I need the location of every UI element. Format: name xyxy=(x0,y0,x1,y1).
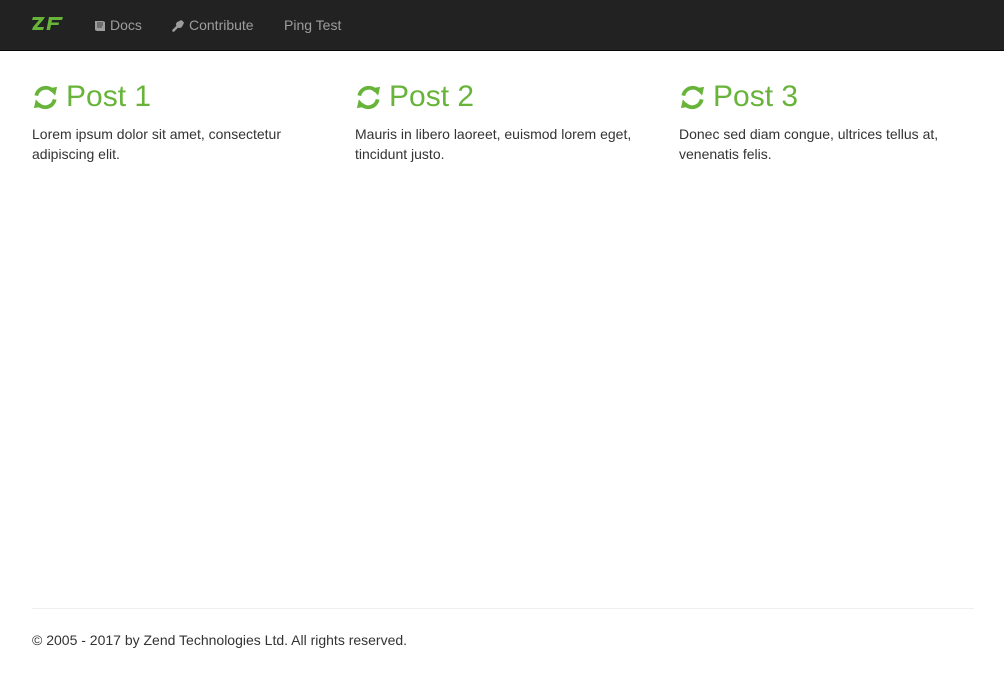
nav-link-docs[interactable]: Docs xyxy=(93,0,142,50)
wrench-icon xyxy=(172,19,184,32)
post-title: Post 2 xyxy=(355,80,655,114)
book-icon xyxy=(95,20,105,31)
nav-link-ping-test[interactable]: Ping Test xyxy=(284,0,341,50)
post-title-text: Post 2 xyxy=(389,80,475,113)
footer-copyright: © 2005 - 2017 by Zend Technologies Ltd. … xyxy=(32,632,408,648)
post-title-text: Post 1 xyxy=(66,80,152,113)
post-card: Post 2 Mauris in libero laoreet, euismod… xyxy=(355,80,655,164)
post-title-text: Post 3 xyxy=(713,80,799,113)
nav-link-ping-test-label: Ping Test xyxy=(284,17,342,33)
post-card: Post 3 Donec sed diam congue, ultrices t… xyxy=(679,80,979,164)
top-navbar: Docs Contribute Ping Test xyxy=(0,0,1004,51)
post-body: Donec sed diam congue, ultrices tellus a… xyxy=(679,126,939,162)
post-title: Post 3 xyxy=(679,80,979,114)
refresh-icon xyxy=(33,85,58,109)
refresh-icon xyxy=(356,85,381,109)
zf-logo-icon[interactable] xyxy=(32,14,64,34)
refresh-icon xyxy=(680,85,705,109)
nav-link-contribute[interactable]: Contribute xyxy=(172,0,254,50)
footer-divider xyxy=(32,608,974,609)
post-body: Mauris in libero laoreet, euismod lorem … xyxy=(355,126,632,162)
nav-link-contribute-label: Contribute xyxy=(189,17,254,33)
post-card: Post 1 Lorem ipsum dolor sit amet, conse… xyxy=(32,80,332,164)
post-body: Lorem ipsum dolor sit amet, consectetur … xyxy=(32,126,281,162)
post-title: Post 1 xyxy=(32,80,332,114)
nav-link-docs-label: Docs xyxy=(110,17,142,33)
